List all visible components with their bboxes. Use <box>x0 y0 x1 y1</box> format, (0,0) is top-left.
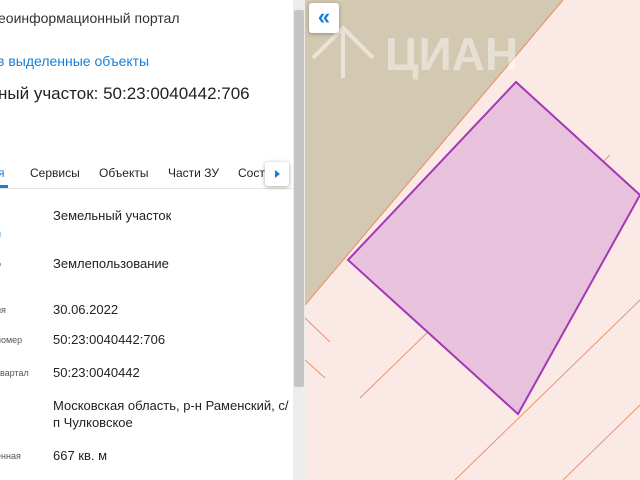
tab-services[interactable]: Сервисы <box>30 166 80 180</box>
object-title: ный участок: 50:23:0040442:706 <box>0 84 250 103</box>
tab-objects[interactable]: Объекты <box>99 166 149 180</box>
row-value-number: 50:23:0040442:706 <box>53 332 166 347</box>
panel-scrollbar[interactable] <box>293 0 305 480</box>
tabs-next-button[interactable] <box>265 162 289 186</box>
cadastral-map[interactable]: ЦИАН <box>305 0 640 480</box>
row-label-area: енная <box>0 451 21 461</box>
row-label-number: номер <box>0 335 23 345</box>
selected-objects-link[interactable]: в выделенные объекты <box>0 53 149 69</box>
tab-info[interactable]: я <box>0 166 5 180</box>
svg-text:ЦИАН: ЦИАН <box>385 28 518 80</box>
row-label-kind: о <box>0 259 1 269</box>
row-value-type: Земельный участок <box>53 208 172 223</box>
scrollbar-thumb[interactable] <box>294 10 304 387</box>
tabs-bar: я Сервисы Объекты Части ЗУ Соста <box>0 158 293 189</box>
collapse-panel-button[interactable]: « <box>309 3 339 33</box>
tab-parts[interactable]: Части ЗУ <box>168 166 219 180</box>
double-chevron-left-icon: « <box>317 4 331 29</box>
row-label-quarter: квартал <box>0 368 29 378</box>
row-value-address: Московская область, р-н Раменский, с/п Ч… <box>53 398 289 430</box>
chevron-right-icon <box>275 170 280 178</box>
row-label-type: н <box>0 229 1 239</box>
row-value-kind: Землепользование <box>53 256 169 271</box>
row-value-date: 30.06.2022 <box>53 302 119 317</box>
row-label-date: ия <box>0 305 6 315</box>
row-value-area: 667 кв. м <box>53 448 108 463</box>
active-tab-indicator <box>0 185 8 188</box>
info-panel: еоинформационный портал в выделенные объ… <box>0 0 293 480</box>
row-value-quarter: 50:23:0040442 <box>53 365 140 380</box>
portal-title: еоинформационный портал <box>0 10 180 26</box>
